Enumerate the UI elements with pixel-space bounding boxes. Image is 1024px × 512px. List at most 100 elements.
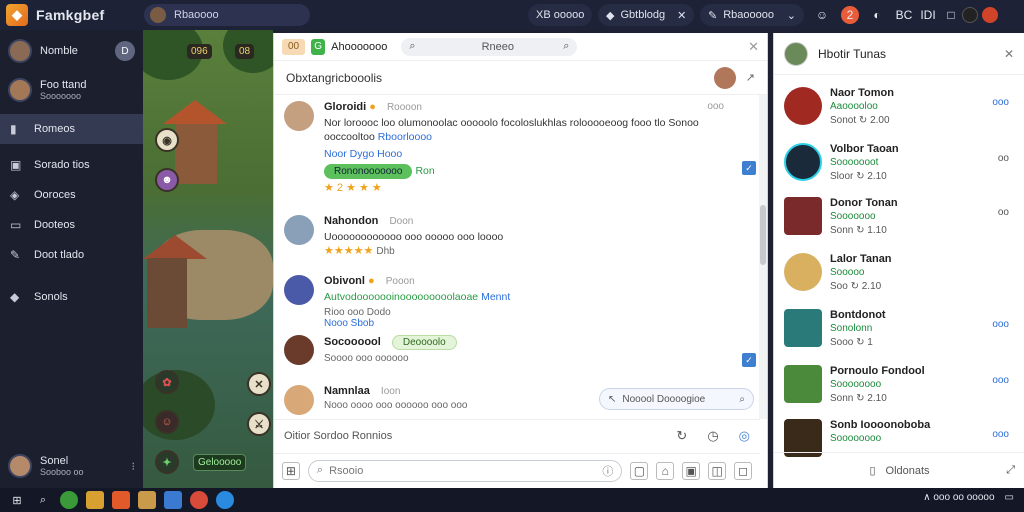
message-author[interactable]: Obivonl [324,275,365,287]
friend-row[interactable]: Naor Tomon Aaooooloo Sonot ↻ 2.00 ooo [784,85,1009,133]
profile-search[interactable]: Rbaoooo [144,4,310,26]
shield-icon[interactable]: ◐ [868,6,886,24]
game-skill-icon-1[interactable]: ✿ [155,370,179,394]
notification-center-icon[interactable]: ▭ [1005,492,1014,503]
sidebar-item-0[interactable]: ▮ Romeos [0,114,143,144]
friends-footer[interactable]: ▯ Oldonats ⤢ [774,452,1024,488]
game-attack-icon[interactable]: ✕ [247,372,271,396]
fullscreen-icon[interactable]: □ [942,6,960,24]
send-icon[interactable]: ◻ [734,461,753,480]
topbar-button-2[interactable]: ◆ Gbtblodg ✕ [598,4,695,26]
friend-row[interactable]: Volbor Taoan Sooooooot Sloor ↻ 2.10 oo [784,141,1009,189]
chat-avatar[interactable] [713,66,736,89]
game-character-icon[interactable]: ☻ [155,168,179,192]
app-logo[interactable]: ◆ [6,4,28,26]
info-icon[interactable]: ⓘ [602,463,613,479]
message-link[interactable]: Rboorloooo [378,131,432,143]
sidebar-item-5[interactable]: ◆ Sonols [0,282,143,312]
refresh-icon[interactable]: ↻ [676,428,687,444]
message-light-pill[interactable]: Deoooolo [391,335,457,350]
close-icon[interactable]: ✕ [748,39,759,55]
message-link[interactable]: Mennt [481,291,510,303]
game-view[interactable]: 096 08 ◉ ☻ ✿ ☺ ✦ ✕ ⚔ Gelooooo [143,30,273,488]
friend-status: Sooooo [830,267,865,278]
gif-icon[interactable]: ◫ [708,461,727,480]
attach-icon[interactable]: ⊞ [282,461,300,480]
chip-1[interactable]: 00 [282,38,306,55]
like-icon[interactable]: ✓ [742,161,756,175]
app-icon-4[interactable] [190,491,208,509]
game-skill-icon-3[interactable]: ✦ [155,450,179,474]
message-item: Socoooool Deoooolo Soooo ooo oooooo ✓ ↑ [284,335,756,381]
close-icon[interactable]: ✕ [1004,47,1014,61]
expand-icon[interactable]: ⤢ [1006,464,1015,477]
notification-icon[interactable]: 2 [841,6,859,24]
topbar-button-1[interactable]: XB ooooo [528,4,593,26]
user-menu-icon[interactable] [982,7,998,23]
friend-row[interactable]: Pornoulo Fondool Soooooooo Sonn ↻ 2.10 o… [784,363,1009,411]
message-avatar[interactable] [284,385,314,415]
chat-icon[interactable]: ☺ [813,6,831,24]
friends-avatar[interactable] [784,41,808,66]
friend-row[interactable]: Lalor Tanan Sooooo Soo ↻ 2.10 [784,251,1009,299]
message-author[interactable]: Nahondon [324,215,378,227]
sidebar-item-2[interactable]: ◈ Ooroces [0,180,143,210]
hud-counter-2: 08 [235,44,255,59]
browser-icon[interactable] [60,491,78,509]
friend-row[interactable]: Bontdonot Sonolonn Sooo ↻ 1 ooo [784,307,1009,355]
game-sword-icon[interactable]: ⚔ [247,412,271,436]
message-tag[interactable]: Noor Dygo Hooo [324,148,724,160]
message-author[interactable]: Socoooool [324,336,381,348]
current-user[interactable]: Sonel Sooboo oo ⁝ [0,448,143,484]
windows-icon[interactable]: ⊞ [8,491,26,509]
files-icon[interactable] [86,491,104,509]
search-go-icon[interactable]: ⌕ [563,40,569,53]
message-avatar[interactable] [284,101,314,131]
topbar-button-5[interactable]: IDI [916,6,940,24]
friend-row[interactable]: Donor Tonan Sooooooo Sonn ↻ 1.10 oo [784,195,1009,243]
friend-action[interactable]: ooo [992,429,1009,440]
pin-icon[interactable]: ↗ [746,71,755,84]
more-icon[interactable]: ⁝ [132,460,136,473]
message-author[interactable]: Namnlaa [324,385,370,397]
reply-field[interactable]: ↖ Nooool Doooogioe ⌕ [599,388,754,410]
avatar[interactable] [962,7,978,23]
message-author[interactable]: Gloroidi [324,101,366,113]
sidebar-item-3[interactable]: ▭ Dooteos [0,210,143,240]
profile-row[interactable]: Nomble D [0,30,143,72]
friend-action[interactable]: oo [998,207,1009,218]
composer: ⊞ ⌕ Rsooio ⓘ ▢ ⌂ ▣ ◫ ◻ [274,453,760,487]
game-coin-icon[interactable]: ◉ [155,128,179,152]
sidebar-item-4[interactable]: ✎ Doot tlado [0,240,143,270]
clock-icon[interactable]: ◷ [707,428,718,444]
topbar-button-4[interactable]: BC [892,6,916,24]
friend-action[interactable]: ooo [992,375,1009,386]
app-icon-3[interactable] [164,491,182,509]
message-input[interactable]: ⌕ Rsooio ⓘ [307,459,623,482]
search-icon[interactable]: ⌕ [739,394,745,405]
image-icon[interactable]: ▢ [630,461,649,480]
search-icon[interactable]: ⌕ [34,491,52,509]
game-skill-icon-2[interactable]: ☺ [155,410,179,434]
topbar-dropdown[interactable]: ✎ Rbaooooo ⌄ [700,4,804,26]
app-icon-2[interactable] [138,491,156,509]
scrollbar[interactable] [759,95,767,419]
gift-icon[interactable]: ⌂ [656,461,675,480]
account-row[interactable]: Foo ttand Sooooooo [0,72,143,108]
message-avatar[interactable] [284,215,314,245]
like-icon[interactable]: ✓ [742,353,756,367]
app-icon-1[interactable] [112,491,130,509]
close-icon[interactable]: ✕ [677,9,686,22]
friend-action[interactable]: ooo [992,319,1009,330]
message-green-pill[interactable]: Rononooooooo [324,164,413,179]
group-icon[interactable]: G [311,38,326,55]
friend-action[interactable]: oo [998,153,1009,164]
message-avatar[interactable] [284,335,314,365]
camera-icon[interactable]: ▣ [682,461,701,480]
sidebar-item-1[interactable]: ▣ Sorado tios [0,150,143,180]
settings-icon[interactable]: ◎ [739,428,750,444]
chat-search[interactable]: ⌕ Rneeo ⌕ [401,37,578,56]
message-avatar[interactable] [284,275,314,305]
app-icon-5[interactable] [216,491,234,509]
friend-action[interactable]: ooo [992,97,1009,108]
